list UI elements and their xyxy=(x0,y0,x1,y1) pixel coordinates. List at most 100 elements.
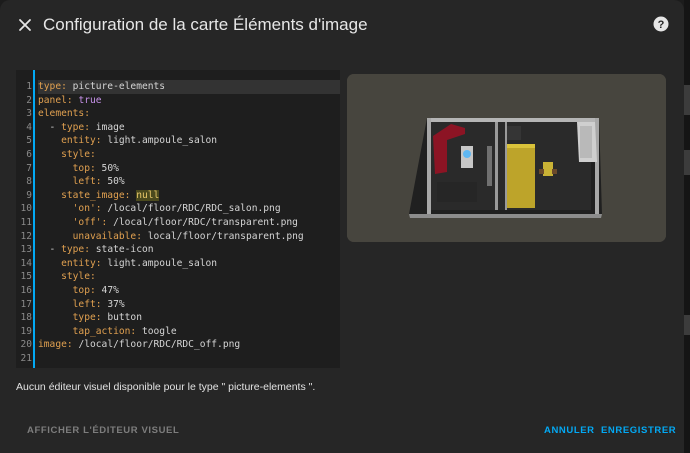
close-icon xyxy=(19,19,31,31)
card-config-dialog: Configuration de la carte Éléments d'ima… xyxy=(0,0,684,453)
show-visual-editor-button[interactable]: AFFICHER L'ÉDITEUR VISUEL xyxy=(27,425,179,437)
line-number: 5 xyxy=(26,135,32,147)
line-number: 17 xyxy=(20,298,32,310)
editor-focus-indicator xyxy=(33,70,35,368)
line-number: 4 xyxy=(26,121,32,133)
code-token: null xyxy=(136,189,160,201)
code-token: panel: xyxy=(38,94,79,106)
code-token: - xyxy=(38,244,62,256)
code-line: state_image: null xyxy=(38,189,340,203)
code-token: style: xyxy=(38,148,96,160)
code-line: elements: xyxy=(38,107,340,121)
code-token: 50% xyxy=(101,162,119,174)
line-number: 20 xyxy=(20,339,32,351)
code-line: panel: true xyxy=(38,94,340,108)
help-icon: ? xyxy=(653,16,669,32)
code-line: image: /local/floor/RDC/RDC_off.png xyxy=(38,338,340,352)
code-line: style: xyxy=(38,270,340,284)
code-token: 'off': xyxy=(38,216,114,228)
code-line: style: xyxy=(38,148,340,162)
dialog-title: Configuration de la carte Éléments d'ima… xyxy=(43,15,368,34)
code-token: toogle xyxy=(141,325,177,337)
code-content[interactable]: type: picture-elements panel: true element… xyxy=(38,80,340,365)
card-preview xyxy=(347,74,666,242)
line-number: 19 xyxy=(20,325,32,337)
code-token: state_image: xyxy=(38,189,137,201)
line-number: 7 xyxy=(26,162,32,174)
code-line: left: 37% xyxy=(38,298,340,312)
line-number: 11 xyxy=(20,216,32,228)
code-token: /local/floor/RDC/RDC_off.png xyxy=(78,339,241,351)
code-token: light.ampoule_salon xyxy=(107,135,218,147)
code-token: left: xyxy=(38,176,108,188)
code-line: - type: image xyxy=(38,121,340,135)
code-token: /local/floor/RDC/RDC_salon.png xyxy=(107,203,281,215)
code-line: entity: light.ampoule_salon xyxy=(38,134,340,148)
code-line: unavailable: local/floor/transparent.png xyxy=(38,230,340,244)
code-line: top: 50% xyxy=(38,162,340,176)
code-token: type: xyxy=(61,244,96,256)
line-number: 12 xyxy=(20,230,32,242)
code-token: entity: xyxy=(38,135,108,147)
code-token: image: xyxy=(38,339,79,351)
line-number: 16 xyxy=(20,284,32,296)
code-line: entity: light.ampoule_salon xyxy=(38,257,340,271)
code-token: left: xyxy=(38,298,108,310)
no-visual-editor-message: Aucun éditeur visuel disponible pour le … xyxy=(16,381,316,393)
code-line: top: 47% xyxy=(38,284,340,298)
yaml-code-editor[interactable]: 1 2 3 4 5 6 7 8 9 10 11 12 13 14 15 16 17 18 19 20 21 type: … xyxy=(16,70,340,368)
code-token: /local/floor/RDC/transparent.png xyxy=(113,216,298,228)
code-token: top: xyxy=(38,284,102,296)
code-token: 'on': xyxy=(38,203,108,215)
line-number: 3 xyxy=(26,108,32,120)
code-token: light.ampoule_salon xyxy=(107,257,218,269)
code-token: 47% xyxy=(101,284,119,296)
floorplan-image xyxy=(347,74,666,242)
background-strip xyxy=(684,0,690,453)
code-token: type: xyxy=(38,81,73,92)
save-button[interactable]: ENREGISTRER xyxy=(601,425,676,437)
code-token: elements: xyxy=(38,108,90,120)
code-line: 'on': /local/floor/RDC/RDC_salon.png xyxy=(38,202,340,216)
code-token: image xyxy=(95,121,125,133)
line-number: 18 xyxy=(20,312,32,324)
code-token: 50% xyxy=(107,176,125,188)
line-number: 9 xyxy=(26,189,32,201)
code-token: tap_action: xyxy=(38,325,142,337)
line-number: 8 xyxy=(26,176,32,188)
code-line: 'off': /local/floor/RDC/transparent.png xyxy=(38,216,340,230)
code-line: type: picture-elements xyxy=(38,80,340,94)
line-number: 15 xyxy=(20,271,32,283)
code-token: true xyxy=(78,94,102,106)
code-token: type: xyxy=(61,121,96,133)
code-token: unavailable: xyxy=(38,230,148,242)
svg-text:?: ? xyxy=(658,19,665,31)
line-number: 1 xyxy=(26,81,32,92)
code-token: 37% xyxy=(107,298,125,310)
code-token: entity: xyxy=(38,257,108,269)
code-token: type: xyxy=(38,312,108,324)
code-token: state-icon xyxy=(95,244,154,256)
line-number: 14 xyxy=(20,257,32,269)
dialog-header: Configuration de la carte Éléments d'ima… xyxy=(0,0,684,50)
code-token: - xyxy=(38,121,62,133)
line-number-gutter: 1 2 3 4 5 6 7 8 9 10 11 12 13 14 15 16 17 18 19 20 21 xyxy=(16,80,32,365)
line-number: 10 xyxy=(20,203,32,215)
code-line: - type: state-icon xyxy=(38,243,340,257)
line-number: 6 xyxy=(26,148,32,160)
code-token: button xyxy=(107,312,142,324)
code-token: style: xyxy=(38,271,96,283)
code-line: tap_action: toogle xyxy=(38,325,340,339)
cancel-button[interactable]: ANNULER xyxy=(544,425,595,437)
code-line: type: button xyxy=(38,311,340,325)
line-number: 2 xyxy=(26,94,32,106)
close-button[interactable] xyxy=(12,12,38,38)
code-line: left: 50% xyxy=(38,175,340,189)
code-token: picture-elements xyxy=(72,81,166,92)
code-token: local/floor/transparent.png xyxy=(147,230,304,242)
line-number: 21 xyxy=(20,352,32,364)
code-token: top: xyxy=(38,162,102,174)
help-button[interactable]: ? xyxy=(652,15,670,33)
line-number: 13 xyxy=(20,244,32,256)
